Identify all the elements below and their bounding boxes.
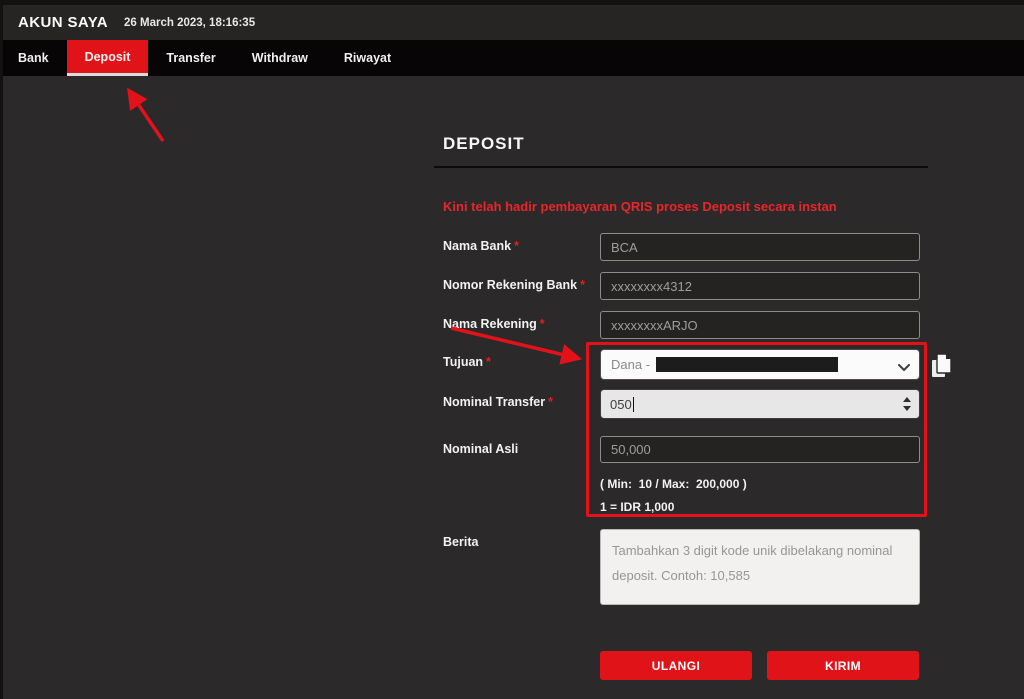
nominal-asli-input[interactable]: [600, 436, 920, 463]
berita-label: Berita: [443, 529, 600, 605]
field-row-nomor-rekening: Nomor Rekening Bank*: [443, 272, 927, 300]
field-row-nama-bank: Nama Bank*: [443, 233, 927, 261]
qris-notice: Kini telah hadir pembayaran QRIS proses …: [443, 199, 943, 214]
nominal-transfer-label: Nominal Transfer*: [443, 389, 600, 419]
field-row-berita: Berita: [443, 529, 927, 605]
copy-icon[interactable]: [929, 351, 955, 386]
window-left-edge: [0, 0, 3, 699]
form-actions: ULANGI KIRIM: [600, 651, 919, 680]
required-marker: *: [580, 278, 585, 292]
required-marker: *: [548, 395, 553, 409]
field-row-nama-rekening: Nama Rekening*: [443, 311, 927, 339]
tujuan-select[interactable]: Dana -: [600, 349, 920, 380]
spinner-up-icon[interactable]: [903, 397, 911, 402]
ulangi-button[interactable]: ULANGI: [600, 651, 752, 680]
nama-bank-input[interactable]: [600, 233, 920, 261]
nominal-transfer-value: 050: [610, 397, 632, 412]
tab-riwayat[interactable]: Riwayat: [326, 40, 409, 76]
nomor-rekening-label: Nomor Rekening Bank*: [443, 272, 600, 300]
required-marker: *: [514, 239, 519, 253]
quantity-stepper[interactable]: [903, 390, 911, 418]
field-row-nominal-transfer: Nominal Transfer* 050: [443, 389, 927, 419]
nominal-transfer-input[interactable]: 050: [600, 389, 920, 419]
rate-hint: 1 = IDR 1,000: [600, 500, 674, 514]
tab-deposit[interactable]: Deposit: [67, 40, 149, 76]
tujuan-selected-option: Dana -: [611, 357, 650, 372]
nama-bank-label: Nama Bank*: [443, 233, 600, 261]
required-marker: *: [486, 355, 491, 369]
chevron-down-icon: [898, 360, 910, 375]
berita-textarea[interactable]: [600, 529, 920, 605]
nav-tabs: Bank Deposit Transfer Withdraw Riwayat: [0, 40, 1024, 76]
page-title: AKUN SAYA: [18, 14, 108, 31]
window-top-edge: [0, 0, 1024, 5]
nama-rekening-input[interactable]: [600, 311, 920, 339]
tab-withdraw[interactable]: Withdraw: [234, 40, 326, 76]
datetime-label: 26 March 2023, 18:16:35: [124, 17, 255, 29]
topbar: AKUN SAYA 26 March 2023, 18:16:35: [0, 0, 1024, 40]
form-title: DEPOSIT: [443, 134, 525, 154]
nomor-rekening-input[interactable]: [600, 272, 920, 300]
required-marker: *: [540, 317, 545, 331]
arrow-to-deposit-tab: [130, 92, 163, 141]
field-row-nominal-asli: Nominal Asli: [443, 436, 927, 463]
tab-transfer[interactable]: Transfer: [148, 40, 233, 76]
deposit-page: AKUN SAYA 26 March 2023, 18:16:35 Bank D…: [0, 0, 1024, 699]
nama-rekening-label: Nama Rekening*: [443, 311, 600, 339]
tujuan-label: Tujuan*: [443, 349, 600, 380]
kirim-button[interactable]: KIRIM: [767, 651, 919, 680]
spinner-down-icon[interactable]: [903, 406, 911, 411]
min-max-hint: ( Min: 10 / Max: 200,000 ): [600, 477, 747, 491]
text-caret: [633, 397, 634, 412]
nominal-asli-label: Nominal Asli: [443, 436, 600, 463]
title-divider: [434, 166, 928, 168]
redaction-bar: [656, 357, 838, 372]
field-row-tujuan: Tujuan* Dana -: [443, 349, 927, 380]
tab-bank[interactable]: Bank: [0, 40, 67, 76]
